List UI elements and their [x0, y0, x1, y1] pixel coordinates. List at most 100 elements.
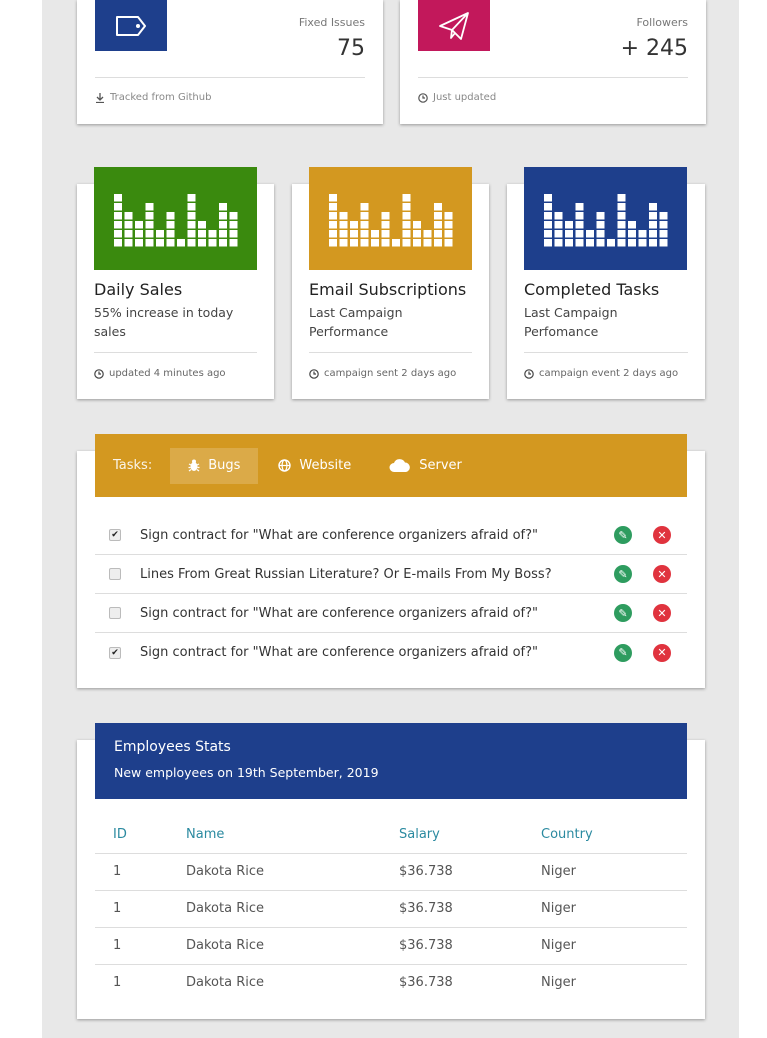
equalizer-cell [328, 238, 337, 246]
task-checkbox[interactable] [109, 568, 121, 580]
equalizer-cell [381, 211, 389, 219]
stat-icon-box [418, 0, 490, 51]
edit-button[interactable]: ✎ [614, 643, 632, 662]
delete-button[interactable]: ✕ [653, 604, 671, 622]
equalizer-cell [124, 211, 132, 219]
employees-title: Employees Stats [114, 739, 231, 755]
equalizer-cell [155, 229, 164, 237]
task-checkbox[interactable] [109, 607, 121, 619]
chart-description: Last Campaign Performance [309, 305, 403, 339]
equalizer-cell [575, 238, 583, 246]
chart-footer-text: campaign event 2 days ago [539, 368, 679, 379]
close-icon: ✕ [657, 646, 667, 659]
chart-area [524, 167, 687, 270]
equalizer-cell [339, 229, 347, 237]
delete-button[interactable]: ✕ [653, 565, 671, 583]
delete-button[interactable]: ✕ [653, 643, 671, 662]
equalizer-cell [433, 238, 442, 246]
employees-subtitle: New employees on 19th September, 2019 [114, 765, 379, 780]
equalizer-cell [412, 229, 421, 237]
equalizer-cell [360, 229, 368, 237]
clock-icon [524, 368, 534, 379]
task-checkbox[interactable]: ✔ [109, 529, 121, 541]
equalizer-cell [370, 238, 379, 246]
edit-button[interactable]: ✎ [614, 526, 632, 544]
pencil-icon: ✎ [618, 528, 628, 542]
tasks-label: Tasks: [113, 458, 153, 473]
divider [524, 352, 688, 353]
equalizer-cell [575, 229, 583, 237]
equalizer-cell [402, 193, 410, 201]
equalizer-cell [617, 220, 625, 228]
stat-icon-box [95, 0, 167, 51]
equalizer-cell [402, 202, 410, 210]
equalizer-cell [134, 238, 143, 246]
edit-button[interactable]: ✎ [614, 604, 632, 622]
tag-icon [116, 15, 146, 36]
cell-country: Niger [541, 975, 576, 990]
tab-bugs[interactable]: Bugs [170, 447, 259, 484]
equalizer-cell [349, 238, 358, 246]
equalizer-cell [596, 229, 604, 237]
equalizer-cell [166, 220, 174, 228]
pencil-icon: ✎ [618, 606, 628, 620]
equalizer-cell [444, 220, 452, 228]
task-text: Sign contract for "What are conference o… [140, 527, 539, 543]
stat-card-issues: Fixed Issues 75 Tracked from Github [77, 0, 383, 124]
close-icon: ✕ [657, 567, 667, 581]
equalizer-cell [638, 238, 646, 246]
equalizer-cell [381, 238, 389, 246]
equalizer-cell [187, 229, 195, 237]
equalizer-cell [145, 220, 153, 228]
equalizer-cell [606, 238, 615, 246]
chart-description: Last Campaign Perfomance [524, 305, 618, 339]
equalizer-cell [402, 211, 410, 219]
task-row: ✔ Sign contract for "What are conference… [95, 516, 687, 555]
tab-website[interactable]: Website [260, 448, 369, 484]
equalizer-cell [360, 202, 368, 210]
equalizer-cell [433, 211, 442, 219]
delete-button[interactable]: ✕ [653, 526, 671, 544]
equalizer-cell [648, 238, 657, 246]
edit-button[interactable]: ✎ [614, 565, 632, 583]
chart-card-email-subscriptions: Email Subscriptions Last Campaign Perfor… [292, 167, 489, 399]
chart-footer-text: campaign sent 2 days ago [324, 368, 457, 379]
equalizer-cell [328, 202, 337, 210]
divider [309, 352, 472, 353]
task-checkbox[interactable]: ✔ [109, 646, 121, 659]
equalizer-cell [166, 229, 174, 237]
column-header-salary: Salary [399, 827, 440, 842]
equalizer-cell [229, 220, 237, 228]
equalizer-cell [617, 238, 625, 246]
pencil-icon: ✎ [618, 646, 628, 659]
equalizer-cell [648, 220, 657, 228]
equalizer-cell [554, 220, 562, 228]
equalizer-cell [659, 220, 667, 228]
tab-label: Website [299, 458, 352, 473]
employees-header: Employees Stats New employees on 19th Se… [95, 723, 687, 799]
equalizer-cell [543, 193, 552, 201]
equalizer-cell [145, 229, 153, 237]
chart-title: Daily Sales [94, 280, 183, 299]
equalizer-cell [145, 238, 153, 246]
cell-id: 1 [113, 938, 122, 953]
equalizer-cell [218, 238, 227, 246]
stat-footer-text: Tracked from Github [110, 92, 212, 103]
equalizer-cell [412, 220, 421, 228]
equalizer-cell [444, 211, 452, 219]
divider [94, 352, 257, 353]
equalizer-cell [659, 238, 667, 246]
equalizer-cell [638, 229, 646, 237]
chart-title: Email Subscriptions [309, 280, 467, 299]
equalizer-cell [596, 238, 604, 246]
equalizer-cell [554, 238, 562, 246]
divider [418, 77, 688, 78]
stat-footer: Tracked from Github [95, 92, 211, 103]
cell-name: Dakota Rice [186, 975, 264, 990]
equalizer-cell [627, 229, 636, 237]
equalizer-cell [218, 220, 227, 228]
equalizer-cell [575, 211, 583, 219]
cell-country: Niger [541, 938, 576, 953]
equalizer-cell [349, 229, 358, 237]
tab-server[interactable]: Server [371, 448, 480, 484]
